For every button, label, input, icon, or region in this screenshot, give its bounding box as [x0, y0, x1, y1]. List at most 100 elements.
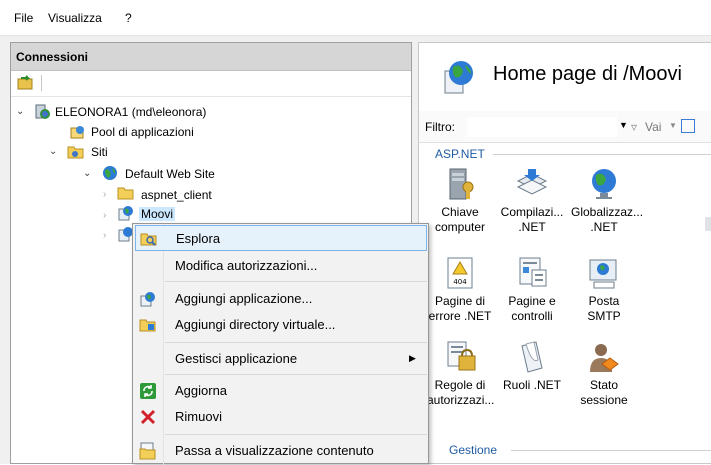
- filter-bar: Filtro: ▼ ▿ Vai ▼: [419, 111, 711, 143]
- menu-item-edit-permissions[interactable]: Modifica autorizzazioni...: [135, 253, 427, 279]
- tile-label: errore .NET: [428, 309, 492, 323]
- menu-separator: [165, 434, 427, 435]
- folder-icon: [117, 185, 135, 201]
- menu-item-add-virtual-dir[interactable]: Aggiungi directory virtuale...: [135, 312, 427, 338]
- tile-session-state[interactable]: Stato sessione: [571, 340, 637, 408]
- home-panel: Home page di /Moovi Filtro: ▼ ▿ Vai ▼ AS…: [418, 42, 711, 464]
- tile-label: Posta SMTP: [587, 294, 621, 323]
- connect-icon[interactable]: [17, 75, 35, 91]
- tile-clipped: [705, 217, 711, 231]
- tree-item-sites[interactable]: Siti: [91, 145, 108, 159]
- tile-label: Stato: [589, 378, 619, 392]
- menu-item-refresh[interactable]: Aggiorna: [135, 378, 427, 404]
- menu-item-add-application[interactable]: Aggiungi applicazione...: [135, 286, 427, 312]
- menu-item-label: Modifica autorizzazioni...: [175, 258, 318, 273]
- menu-separator: [165, 374, 427, 375]
- sites-folder-icon: [67, 144, 85, 160]
- tree-item-aspnet-client[interactable]: aspnet_client: [141, 188, 212, 202]
- menu-item-explore[interactable]: Esplora: [135, 225, 427, 251]
- menu-item-label: Rimuovi: [175, 409, 222, 424]
- tile-net-error-pages[interactable]: 404 Pagine di errore .NET: [427, 256, 493, 324]
- tile-net-globalization[interactable]: Globalizzaz... .NET: [571, 167, 644, 235]
- connections-toolbar: [11, 71, 411, 97]
- group-divider: [511, 450, 711, 451]
- tree-item-moovi[interactable]: Moovi: [139, 207, 176, 221]
- menu-item-label: Aggiungi directory virtuale...: [175, 317, 336, 332]
- tile-label: Regole di: [434, 378, 486, 392]
- tile-smtp-email[interactable]: Posta SMTP: [571, 256, 637, 324]
- expand-chevron-icon[interactable]: ›: [103, 231, 113, 241]
- tile-label: Compilazi...: [500, 205, 564, 219]
- machine-key-icon: [442, 167, 478, 201]
- globalization-icon: [586, 167, 622, 201]
- tile-label: autorizzazi...: [427, 393, 495, 407]
- server-icon: [33, 104, 51, 120]
- tile-label: controlli: [511, 309, 553, 323]
- tile-label: Ruoli .NET: [502, 378, 561, 392]
- menu-item-label: Gestisci applicazione: [175, 351, 298, 366]
- tree-item-app-pools[interactable]: Pool di applicazioni: [91, 125, 194, 139]
- menu-item-content-view[interactable]: Passa a visualizzazione contenuto: [135, 438, 427, 464]
- session-state-icon: [586, 340, 622, 374]
- explore-icon: [140, 230, 158, 248]
- smtp-email-icon: [586, 256, 622, 290]
- add-application-icon: [139, 290, 157, 308]
- funnel-icon: ▿: [631, 120, 638, 134]
- context-menu: Esplora Modifica autorizzazioni... Aggiu…: [132, 223, 429, 465]
- filter-input[interactable]: [467, 117, 617, 137]
- connections-header: Connessioni: [11, 43, 411, 71]
- app-pool-icon: [69, 124, 87, 140]
- tile-label: Pagine di: [434, 294, 486, 308]
- page-title: Home page di /Moovi: [493, 63, 682, 85]
- remove-x-icon: [139, 408, 157, 426]
- tile-authorization-rules[interactable]: Regole di autorizzazi...: [427, 340, 495, 408]
- tile-machine-key[interactable]: Chiave computer: [427, 167, 493, 235]
- tile-label: Chiave: [441, 205, 479, 219]
- show-all-icon[interactable]: [681, 119, 695, 133]
- go-button[interactable]: Vai: [645, 120, 661, 134]
- menu-bar: File Visualizza ?: [0, 0, 711, 36]
- tile-label: Pagine e: [508, 294, 556, 308]
- tile-label: computer: [434, 220, 486, 234]
- globe-icon: [101, 165, 119, 181]
- menu-separator: [165, 342, 427, 343]
- menu-item-remove[interactable]: Rimuovi: [135, 404, 427, 430]
- add-virtual-dir-icon: [139, 316, 157, 334]
- group-manage-label: Gestione: [449, 443, 498, 457]
- error-code-text: 404: [453, 278, 467, 286]
- tile-net-compilation[interactable]: Compilazi... .NET: [499, 167, 565, 235]
- site-home-icon: [441, 59, 477, 95]
- connections-tree: ⌄ ELEONORA1 (md\eleonora) Pool di applic…: [11, 101, 411, 242]
- roles-icon: [514, 340, 550, 374]
- expand-chevron-icon[interactable]: ›: [103, 190, 113, 200]
- menu-file[interactable]: File: [14, 11, 33, 25]
- authorization-lock-icon: [442, 340, 478, 374]
- menu-item-label: Esplora: [176, 231, 221, 246]
- menu-view[interactable]: Visualizza: [48, 11, 102, 25]
- group-divider: [493, 154, 711, 155]
- collapse-chevron-icon[interactable]: ⌄: [83, 169, 93, 179]
- menu-item-label: Aggiungi applicazione...: [175, 291, 313, 306]
- collapse-chevron-icon[interactable]: ⌄: [16, 107, 26, 117]
- tree-item-default-site[interactable]: Default Web Site: [125, 167, 215, 181]
- web-app-icon: [117, 205, 135, 221]
- error-page-icon: 404: [442, 256, 478, 290]
- menu-item-manage-application[interactable]: Gestisci applicazione ▶: [135, 346, 427, 372]
- refresh-icon: [139, 382, 157, 400]
- toolbar-separator: [41, 75, 42, 91]
- menu-item-label: Aggiorna: [175, 383, 228, 398]
- menu-item-label: Passa a visualizzazione contenuto: [175, 443, 374, 458]
- pages-controls-icon: [514, 256, 550, 290]
- menu-help[interactable]: ?: [125, 11, 132, 25]
- go-dropdown-icon[interactable]: ▼: [669, 121, 677, 130]
- tile-net-roles[interactable]: Ruoli .NET: [499, 340, 565, 393]
- tree-item-server[interactable]: ELEONORA1 (md\eleonora): [55, 105, 206, 119]
- tile-pages-controls[interactable]: Pagine e controlli: [499, 256, 565, 324]
- content-view-icon: [139, 442, 157, 460]
- tile-label: .NET: [590, 220, 618, 234]
- collapse-chevron-icon[interactable]: ⌄: [49, 147, 59, 157]
- filter-dropdown-icon[interactable]: ▼: [619, 120, 628, 130]
- tile-label: Globalizzaz...: [571, 205, 644, 219]
- expand-chevron-icon[interactable]: ›: [103, 211, 113, 221]
- menu-separator: [165, 281, 427, 282]
